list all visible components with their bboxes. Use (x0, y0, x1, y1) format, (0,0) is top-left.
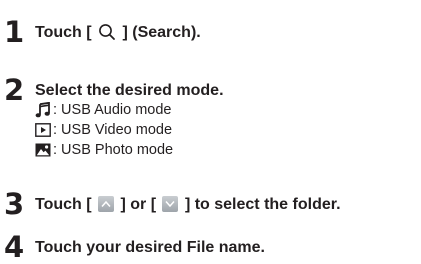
step-instruction: Touch [ ] or [ ] to select the folder. (35, 195, 341, 215)
chevron-down-icon (162, 195, 179, 212)
step-number: 3 (4, 187, 25, 221)
video-play-icon (35, 122, 51, 138)
step-text: ] or [ (120, 196, 157, 213)
step-number: 1 (4, 15, 25, 49)
step-text: ] (Search). (122, 24, 201, 41)
step-instruction: Touch [ ] (Search). (35, 23, 201, 43)
photo-icon (35, 142, 51, 158)
step-text: ] to select the folder. (184, 196, 341, 213)
step-instruction: Select the desired mode. (35, 82, 224, 99)
mode-label: : USB Video mode (53, 122, 173, 138)
step-number: 4 (4, 230, 25, 264)
chevron-up-icon (98, 195, 115, 212)
step-instruction: Touch your desired File name. (35, 239, 265, 256)
music-note-icon (35, 101, 51, 118)
step-text: Touch [ (35, 196, 92, 213)
search-icon (98, 23, 116, 41)
mode-label: : USB Photo mode (53, 142, 174, 158)
step-text: Touch [ (35, 24, 92, 41)
mode-label: : USB Audio mode (53, 102, 172, 118)
step-number: 2 (4, 73, 25, 107)
